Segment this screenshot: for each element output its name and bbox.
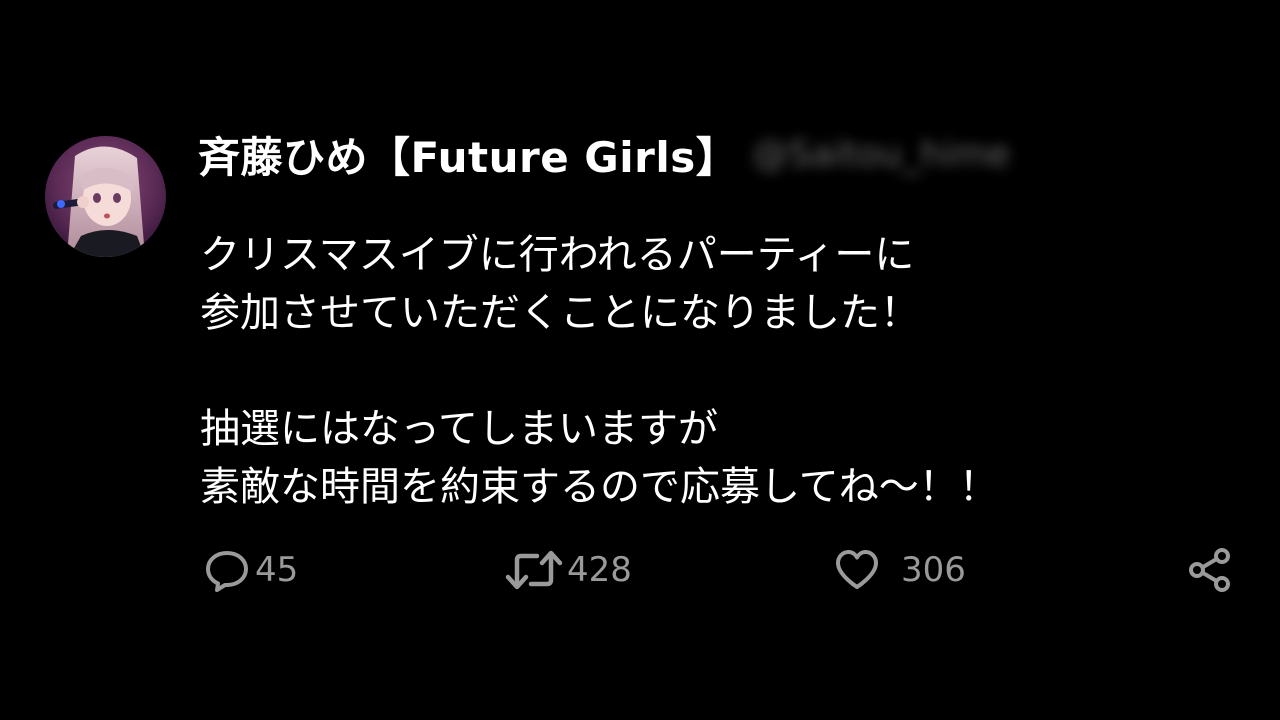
tweet-line: クリスマスイブに行われるパーティーに (200, 232, 915, 278)
retweet-icon (505, 550, 563, 590)
author-row: 斉藤ひめ【Future Girls】 @Saitou_hime (198, 122, 1010, 186)
like-button[interactable]: 306 (833, 540, 966, 600)
tweet-actions: 45 428 306 (0, 540, 1280, 600)
tweet-line: 抽選にはなってしまいますが (200, 406, 718, 452)
author-handle[interactable]: @Saitou_hime (752, 134, 1010, 175)
tweet-line: 素敵な時間を約束するので応募してね〜！！ (200, 464, 999, 510)
heart-icon (836, 550, 878, 589)
avatar-image (45, 136, 166, 257)
avatar[interactable] (45, 136, 166, 257)
reply-icon (206, 551, 248, 592)
retweet-button[interactable]: 428 (505, 540, 632, 600)
reply-button[interactable]: 45 (203, 540, 298, 600)
share-button[interactable] (1186, 540, 1234, 600)
tweet-line: 参加させていただくことになりました！ (200, 290, 920, 336)
reply-count: 45 (255, 550, 299, 590)
like-count: 306 (901, 550, 966, 590)
tweet-line (200, 342, 1220, 400)
share-icon (1189, 548, 1230, 592)
display-name[interactable]: 斉藤ひめ【Future Girls】 (198, 124, 738, 185)
tweet-text: クリスマスイブに行われるパーティーに 参加させていただくことになりました！ 抽選… (200, 226, 1220, 516)
retweet-count: 428 (567, 550, 632, 590)
